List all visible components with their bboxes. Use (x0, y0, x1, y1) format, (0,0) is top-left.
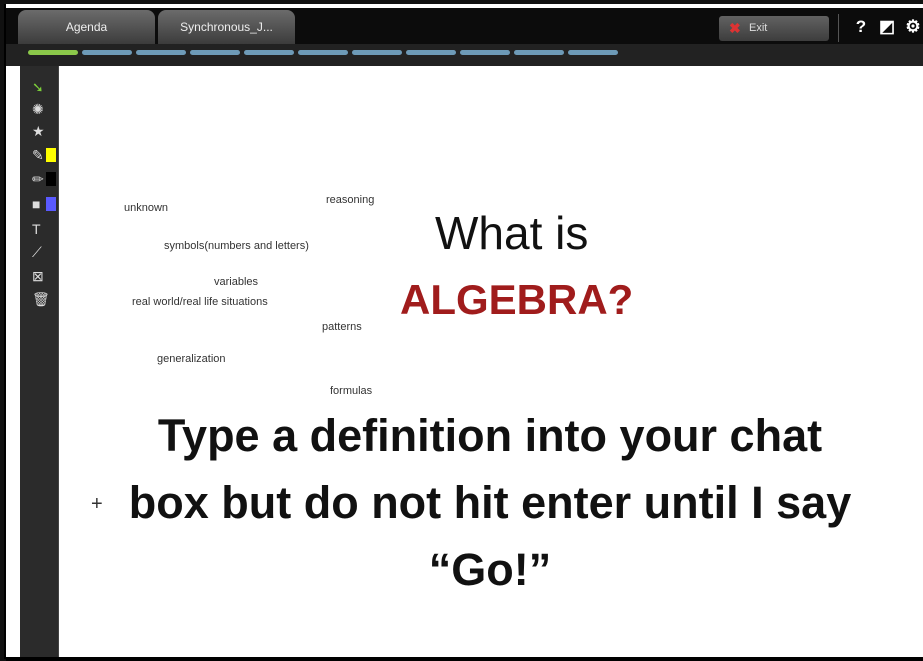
text-tool-button[interactable]: T (20, 218, 58, 240)
slide-question-line1: What is (435, 207, 589, 259)
slide-instruction-line1: Type a definition into your chat (157, 410, 823, 461)
trash-button[interactable]: 🗑 (20, 288, 58, 310)
word-cloud-item: variables (214, 276, 259, 288)
trash-icon: 🗑 (32, 291, 50, 307)
laser-pointer-icon: ✺ (32, 101, 44, 117)
close-icon: ✖ (729, 20, 741, 36)
word-cloud-item: formulas (330, 385, 373, 397)
progress-segment[interactable] (568, 50, 618, 55)
exit-button-label: Exit (749, 22, 768, 34)
app-frame: Agenda Synchronous_J... ✖ Exit ? ◩ ⚙ ➘ ✺ ★… (0, 0, 923, 661)
progress-segment[interactable] (82, 50, 132, 55)
text-tool-icon: T (32, 221, 41, 237)
slide-progress-bar (6, 44, 923, 66)
shape-tool-icon: ■ (32, 196, 41, 212)
pointer-tool-icon: ➘ (32, 79, 44, 95)
pencil-tool-button[interactable]: ✏ (20, 168, 58, 190)
word-cloud-item: real world/real life situations (132, 296, 268, 308)
slide-instruction-line2: box but do not hit enter until I say (128, 477, 852, 528)
word-cloud-item: generalization (157, 353, 226, 365)
tab-agenda[interactable]: Agenda (18, 10, 155, 44)
highlighter-tool-button[interactable]: ✎ (20, 144, 58, 166)
laser-pointer-button[interactable]: ✺ (20, 98, 58, 120)
tab-synchronous[interactable]: Synchronous_J... (158, 10, 295, 44)
progress-segment[interactable] (406, 50, 456, 55)
stamp-star-icon: ★ (32, 123, 45, 139)
word-cloud-item: symbols(numbers and letters) (164, 240, 309, 252)
progress-segment[interactable] (514, 50, 564, 55)
shape-tool-button[interactable]: ■ (20, 193, 58, 215)
slide-question-line2: ALGEBRA? (400, 276, 634, 323)
pencil-tool-icon: ✏ (32, 171, 44, 187)
bottom-border (6, 657, 923, 661)
word-cloud-item: reasoning (326, 194, 375, 206)
line-tool-icon: ⟋ (32, 244, 42, 260)
stamp-star-button[interactable]: ★ (20, 120, 58, 142)
gear-icon[interactable]: ⚙ (902, 15, 923, 39)
progress-segment[interactable] (136, 50, 186, 55)
progress-segment[interactable] (352, 50, 402, 55)
highlighter-tool-icon: ✎ (32, 147, 44, 163)
color-swatch[interactable] (46, 172, 56, 186)
line-tool-button[interactable]: ⟋ (20, 241, 58, 263)
word-cloud-item: unknown (124, 202, 169, 214)
crosshair-cursor-icon: + (91, 493, 103, 515)
progress-segment[interactable] (244, 50, 294, 55)
slide-instruction-line3: “Go!” (428, 544, 552, 595)
clear-tool-icon: ⊠ (32, 268, 44, 284)
progress-segment[interactable] (28, 50, 78, 55)
color-swatch[interactable] (46, 148, 56, 162)
pointer-tool-button[interactable]: ➘ (20, 76, 58, 98)
tool-palette: ➘ ✺ ★ ✎ ✏ ■ T ⟋ ⊠ 🗑 (20, 66, 59, 659)
clear-tool-button[interactable]: ⊠ (20, 265, 58, 287)
color-swatch[interactable] (46, 197, 56, 211)
toolbar-divider (838, 14, 839, 42)
progress-segment[interactable] (190, 50, 240, 55)
settings-panel-icon[interactable]: ◩ (876, 15, 898, 39)
help-icon[interactable]: ? (850, 15, 872, 39)
progress-segment[interactable] (460, 50, 510, 55)
exit-button[interactable]: ✖ Exit (719, 16, 829, 41)
progress-segment[interactable] (298, 50, 348, 55)
word-cloud-item: patterns (322, 321, 362, 333)
